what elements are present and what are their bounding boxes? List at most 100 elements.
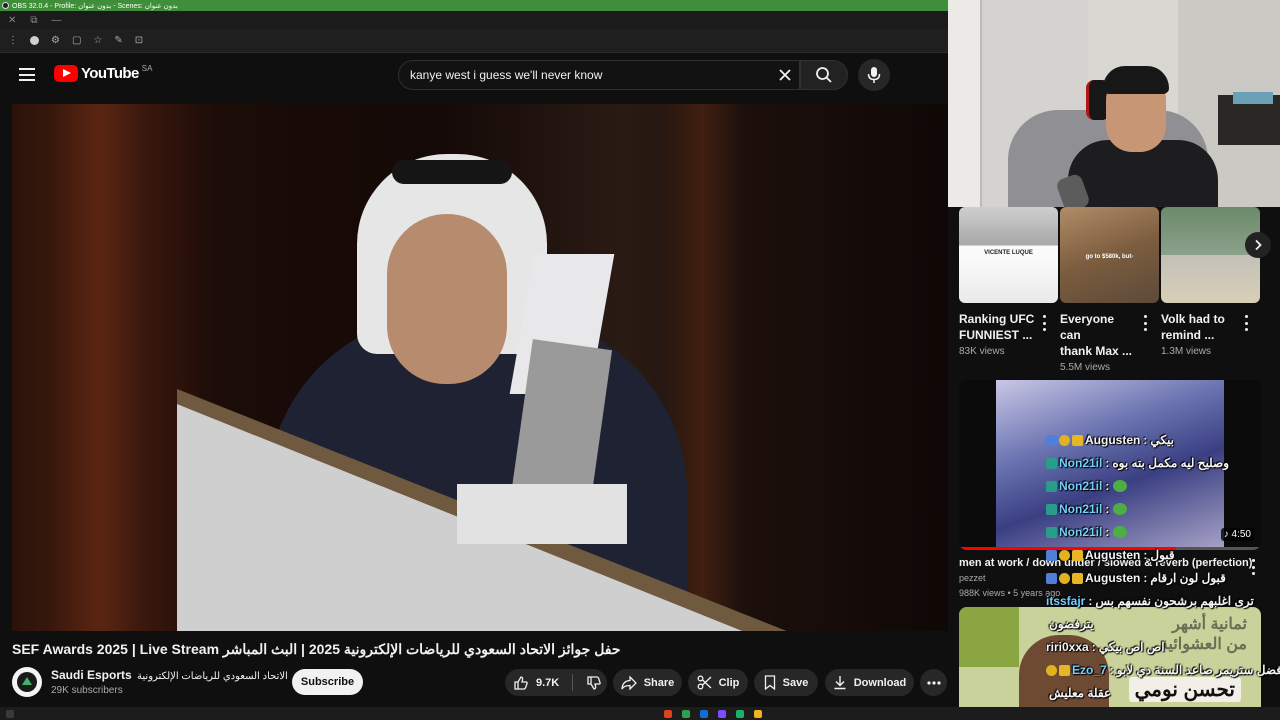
scissors-icon: [697, 675, 712, 690]
shorts-menu-icon[interactable]: [1243, 315, 1249, 331]
share-label: Share: [643, 676, 675, 689]
chat-emote-icon: [1113, 480, 1128, 492]
chat-badge-icon: [1046, 434, 1057, 446]
chat-badge-icon: [1059, 549, 1070, 561]
youtube-logo[interactable]: YouTube SA: [54, 64, 153, 82]
youtube-play-icon: [54, 65, 78, 82]
like-dislike-group: 9.7K: [505, 669, 607, 696]
like-count[interactable]: 9.7K: [536, 677, 559, 689]
chat-emote-icon: [1113, 503, 1128, 515]
save-label: Save: [782, 676, 809, 689]
chat-badge-icon: [1072, 572, 1083, 584]
chat-message: Augusten: قبول لون ارقام: [1046, 568, 1226, 588]
chat-message: Non21il: وصليح ليه مكمل بته بوه: [1046, 453, 1229, 473]
minimize-icon[interactable]: —: [52, 15, 62, 26]
share-button[interactable]: Share: [613, 669, 682, 696]
shorts-card[interactable]: Volk had to remind ... 1.3M views: [1161, 207, 1260, 357]
recommended-channel[interactable]: pezzet: [959, 573, 986, 583]
chat-username[interactable]: Non21il: [1059, 525, 1102, 539]
shorts-menu-icon[interactable]: [1041, 315, 1047, 331]
country-code: SA: [141, 64, 153, 73]
shorts-views: 1.3M views: [1161, 346, 1212, 357]
chat-username[interactable]: Non21il: [1059, 479, 1102, 493]
tab-icon[interactable]: ▢: [72, 35, 81, 46]
start-icon[interactable]: [6, 709, 14, 718]
obs-title: OBS 32.0.4 - Profile: بدون عنوان - Scene…: [12, 2, 178, 10]
subscriber-count: 29K subscribers: [51, 685, 123, 696]
shorts-menu-icon[interactable]: [1142, 315, 1148, 331]
shorts-next-button[interactable]: [1245, 232, 1271, 258]
chat-username[interactable]: Non21il: [1059, 502, 1102, 516]
channel-name[interactable]: Saudi Esports الاتحاد السعودي للرياضات ا…: [51, 668, 288, 682]
chat-username[interactable]: itssfajr: [1046, 594, 1085, 608]
chat-text: وصليح ليه مكمل بته بوه: [1112, 456, 1230, 470]
more-actions-button[interactable]: [920, 669, 947, 696]
pin-icon[interactable]: ✎: [114, 35, 122, 46]
search-box: [398, 60, 800, 90]
app-icon[interactable]: [718, 709, 726, 718]
chat-badge-icon: [1046, 480, 1057, 492]
chat-separator: :: [1143, 548, 1148, 562]
channel-avatar[interactable]: [12, 667, 42, 697]
shorts-card[interactable]: VICENTE LUQUE Ranking UFC FUNNIEST ... 8…: [959, 207, 1058, 357]
shorts-views: 83K views: [959, 346, 1005, 357]
more-horizontal-icon: [926, 680, 941, 685]
logo-text: YouTube: [81, 65, 139, 82]
app-icon[interactable]: [754, 709, 762, 718]
app-icon[interactable]: [664, 709, 672, 718]
save-button[interactable]: Save: [754, 669, 818, 696]
chat-badge-icon: [1059, 434, 1070, 446]
chat-message: Non21il:: [1046, 476, 1128, 496]
obs-title-bar: OBS 32.0.4 - Profile: بدون عنوان - Scene…: [0, 0, 948, 11]
voice-search-button[interactable]: [858, 59, 890, 91]
chat-badge-icon: [1072, 549, 1083, 561]
youtube-header: YouTube SA: [0, 53, 948, 99]
chat-message: itssfajr: ترى اغلبهم برشحون نفسهم بس: [1046, 591, 1254, 611]
thumbs-down-icon[interactable]: [586, 675, 602, 691]
extension-icon[interactable]: ⚙: [51, 35, 60, 46]
chat-username[interactable]: Non21il: [1059, 456, 1102, 470]
profile-icon[interactable]: [30, 36, 39, 45]
chat-separator: :: [1105, 502, 1110, 516]
chat-badge-icon: [1059, 572, 1070, 584]
share-icon: [621, 675, 637, 690]
screenshot-icon[interactable]: ⊡: [135, 35, 143, 46]
chat-badge-icon: [1046, 664, 1057, 676]
chat-badge-icon: [1046, 526, 1057, 538]
chat-username[interactable]: Ezo_7: [1072, 663, 1107, 677]
subscribe-button[interactable]: Subscribe: [292, 669, 363, 695]
hamburger-menu-icon[interactable]: [19, 68, 35, 81]
app-icon[interactable]: [736, 709, 744, 718]
download-button[interactable]: Download: [825, 669, 914, 696]
clear-search-icon[interactable]: [777, 67, 793, 83]
close-icon[interactable]: ✕: [8, 15, 16, 26]
chat-username[interactable]: riri0xxa: [1046, 640, 1089, 654]
shorts-thumbnail: VICENTE LUQUE: [959, 207, 1058, 303]
chat-username[interactable]: Augusten: [1085, 571, 1140, 585]
clip-button[interactable]: Clip: [688, 669, 748, 696]
search-input[interactable]: [410, 61, 770, 89]
shorts-title: Volk had to remind ...: [1161, 312, 1225, 342]
thumbs-up-icon[interactable]: [513, 675, 529, 691]
podium-top: [457, 484, 627, 544]
bookmark-star-icon[interactable]: ☆: [93, 35, 102, 46]
chat-message: riri0xxa: اص اص بيكي: [1046, 637, 1165, 657]
chat-username[interactable]: Augusten: [1085, 548, 1140, 562]
chat-username[interactable]: Augusten: [1085, 433, 1140, 447]
restore-icon[interactable]: ⧉: [30, 15, 37, 26]
chat-separator: :: [1105, 525, 1110, 539]
search-button[interactable]: [800, 60, 848, 90]
menu-dots-icon[interactable]: ⋮: [8, 35, 18, 46]
speaker-face: [387, 214, 507, 384]
app-icon[interactable]: [682, 709, 690, 718]
speaker-agal: [392, 160, 512, 184]
shorts-card[interactable]: go to $580k, but- Everyone can thank Max…: [1060, 207, 1159, 373]
video-player[interactable]: [12, 104, 948, 631]
browser-toolbar: ⋮ ⚙ ▢ ☆ ✎ ⊡: [0, 29, 948, 53]
app-icon[interactable]: [700, 709, 708, 718]
chat-text: عقلة معليش: [1049, 686, 1112, 700]
streamer-hair: [1103, 66, 1169, 94]
chat-separator: :: [1143, 433, 1148, 447]
chat-badge-icon: [1046, 549, 1057, 561]
chat-emote-icon: [1113, 526, 1128, 538]
